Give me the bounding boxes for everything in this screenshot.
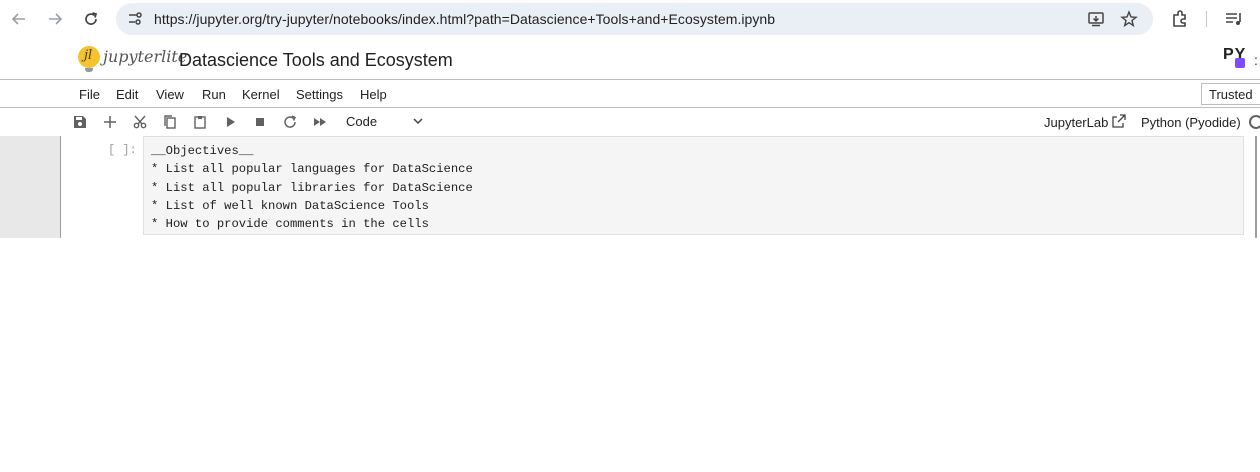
cell-type-select[interactable]: Code xyxy=(340,112,430,132)
menu-view[interactable]: View xyxy=(156,87,184,102)
insert-cell-button[interactable] xyxy=(101,113,119,131)
copy-button[interactable] xyxy=(161,113,179,131)
code-line: __Objectives__ xyxy=(151,144,254,158)
jupyter-header: jl jupyterlite Datascience Tools and Eco… xyxy=(0,38,1260,80)
menu-edit[interactable]: Edit xyxy=(116,87,138,102)
stop-icon xyxy=(256,118,264,126)
menu-file[interactable]: File xyxy=(79,87,100,102)
code-line: * How to provide comments in the cells xyxy=(151,217,429,232)
external-link-icon[interactable] xyxy=(1112,114,1126,128)
forward-arrow-icon xyxy=(49,13,63,25)
pyodide-badge xyxy=(1235,58,1245,68)
save-button[interactable] xyxy=(71,113,89,131)
interrupt-kernel-button[interactable] xyxy=(251,113,269,131)
code-line: * List all popular languages for DataSci… xyxy=(151,162,473,177)
menu-bar: File Edit View Run Kernel Settings Help … xyxy=(0,80,1260,108)
logo-bulb-base xyxy=(85,68,93,72)
cell-collapser[interactable] xyxy=(0,136,60,238)
paste-icon xyxy=(194,116,206,129)
add-icon xyxy=(104,116,116,128)
cut-icon xyxy=(133,115,147,129)
menu-run[interactable]: Run xyxy=(202,87,226,102)
menu-kernel[interactable]: Kernel xyxy=(242,87,280,102)
pyodide-logo-icon: PY xyxy=(1223,46,1246,68)
menu-settings[interactable]: Settings xyxy=(296,87,343,102)
address-bar[interactable]: https://jupyter.org/try-jupyter/notebook… xyxy=(116,3,1153,35)
header-overflow-text: : xyxy=(1254,52,1258,68)
reload-icon xyxy=(85,12,98,25)
extensions-icon[interactable] xyxy=(1170,9,1190,29)
cell-type-value: Code xyxy=(346,114,378,129)
reload-button[interactable] xyxy=(80,8,102,30)
back-button[interactable] xyxy=(8,8,30,30)
copy-icon xyxy=(164,115,176,129)
url-text[interactable]: https://jupyter.org/try-jupyter/notebook… xyxy=(154,11,775,27)
code-line: * List of well known DataScience Tools xyxy=(151,198,429,213)
back-arrow-icon xyxy=(11,13,25,25)
kernel-name-label[interactable]: Python (Pyodide) xyxy=(1141,115,1241,130)
media-queue-icon[interactable] xyxy=(1224,9,1244,29)
input-prompt: [ ]: xyxy=(108,143,137,157)
bookmark-star-icon[interactable] xyxy=(1120,10,1138,28)
restart-run-all-button[interactable] xyxy=(311,113,329,131)
open-jupyterlab-link[interactable]: JupyterLab xyxy=(1044,115,1108,130)
chevron-down-icon xyxy=(413,118,423,125)
cell-editor[interactable]: __Objectives__ * List all popular langua… xyxy=(143,136,1244,235)
restart-kernel-button[interactable] xyxy=(281,113,299,131)
site-settings-icon[interactable] xyxy=(126,10,144,28)
logo-mark-text: jl xyxy=(84,48,93,63)
notebook-toolbar: Code JupyterLab Python (Pyodide) xyxy=(0,108,1260,136)
notebook-panel: [ ]: __Objectives__ * List all popular l… xyxy=(0,136,1260,472)
restart-icon xyxy=(284,115,297,128)
code-cell[interactable]: [ ]: __Objectives__ * List all popular l… xyxy=(0,136,1257,238)
notebook-title[interactable]: Datascience Tools and Ecosystem xyxy=(179,50,453,71)
kernel-status-icon xyxy=(1249,115,1260,129)
browser-toolbar: https://jupyter.org/try-jupyter/notebook… xyxy=(0,0,1260,38)
menu-help[interactable]: Help xyxy=(360,87,387,102)
run-icon xyxy=(227,117,235,127)
run-cell-button[interactable] xyxy=(221,113,239,131)
save-icon xyxy=(74,116,86,128)
cell-right-edge xyxy=(1255,136,1257,238)
code-line: * List all popular libraries for DataSci… xyxy=(151,180,473,195)
jupyterlite-logo-icon: jl xyxy=(78,46,100,68)
install-app-icon[interactable] xyxy=(1087,10,1105,28)
toolbar-separator xyxy=(1206,11,1207,27)
fast-forward-icon xyxy=(314,118,326,126)
trusted-indicator[interactable]: Trusted xyxy=(1201,83,1260,105)
forward-button[interactable] xyxy=(44,8,66,30)
cut-button[interactable] xyxy=(131,113,149,131)
cell-active-border xyxy=(60,136,61,238)
paste-button[interactable] xyxy=(191,113,209,131)
jupyterlite-wordmark: jupyterlite xyxy=(103,47,188,66)
